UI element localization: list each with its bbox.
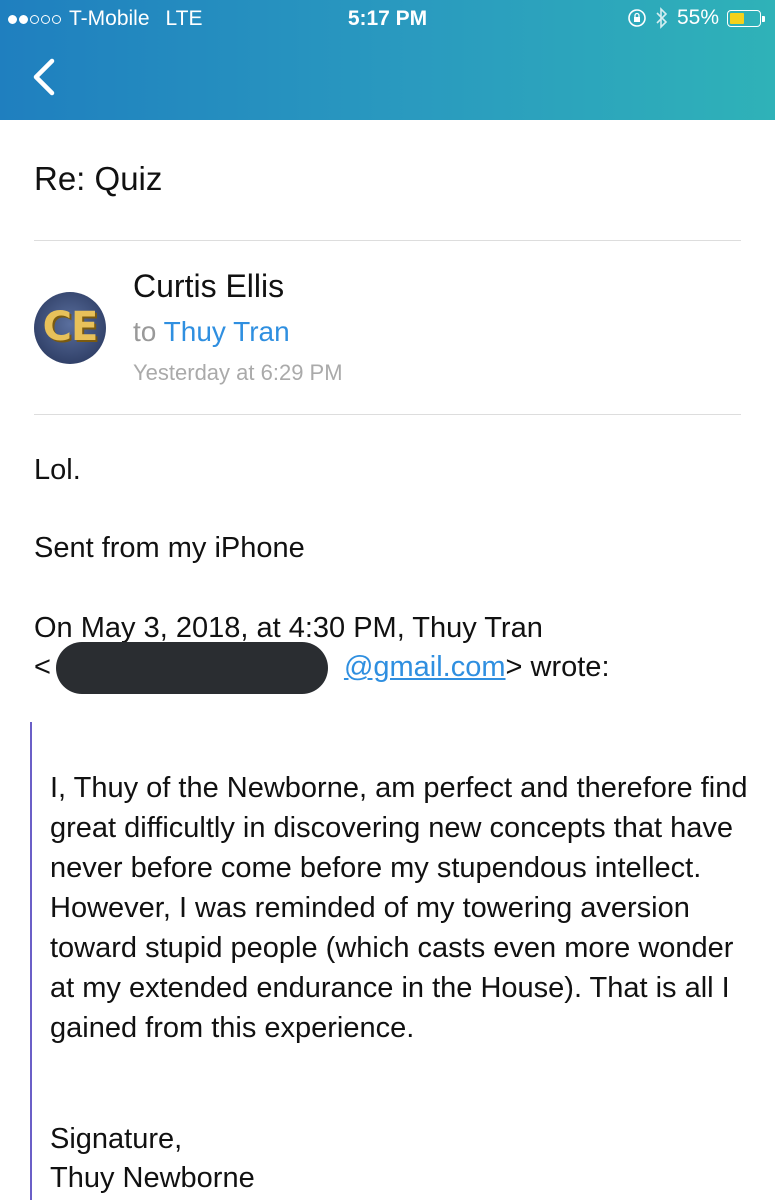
body-line: Lol. <box>34 454 81 486</box>
battery-icon <box>727 9 765 27</box>
battery-percent: 55% <box>676 6 719 29</box>
sender-avatar[interactable]: CE <box>34 292 106 364</box>
signature-line: Signature, <box>50 1123 183 1155</box>
wrote-label: > wrote: <box>505 651 610 683</box>
orientation-lock-icon <box>628 9 646 27</box>
email-subject: Re: Quiz <box>34 160 163 197</box>
sender-name[interactable]: Curtis Ellis <box>133 268 284 305</box>
body-line: Sent from my iPhone <box>34 532 305 564</box>
signature-name: Thuy Newborne <box>50 1162 255 1194</box>
bluetooth-icon <box>656 7 668 29</box>
reply-email-link[interactable]: @gmail.com <box>344 651 506 683</box>
quote-bar <box>30 722 32 1200</box>
top-bar: T-Mobile LTE 5:17 PM 55% <box>0 0 775 120</box>
status-bar: T-Mobile LTE 5:17 PM 55% <box>0 0 775 38</box>
sent-date: Yesterday at 6:29 PM <box>133 360 343 385</box>
quoted-paragraph: I, Thuy of the Newborne, am perfect and … <box>50 772 748 1044</box>
status-right: 55% <box>627 6 765 30</box>
recipient-line: to Thuy Tran <box>133 316 290 348</box>
email-open-bracket: < <box>34 651 51 683</box>
recipient-name[interactable]: Thuy Tran <box>164 316 290 347</box>
to-label: to <box>133 316 157 347</box>
divider <box>34 240 741 241</box>
redaction-block <box>56 642 328 694</box>
chevron-left-icon <box>33 58 55 96</box>
avatar-initials: CE <box>42 304 99 350</box>
back-button[interactable] <box>28 55 68 99</box>
divider <box>34 414 741 415</box>
